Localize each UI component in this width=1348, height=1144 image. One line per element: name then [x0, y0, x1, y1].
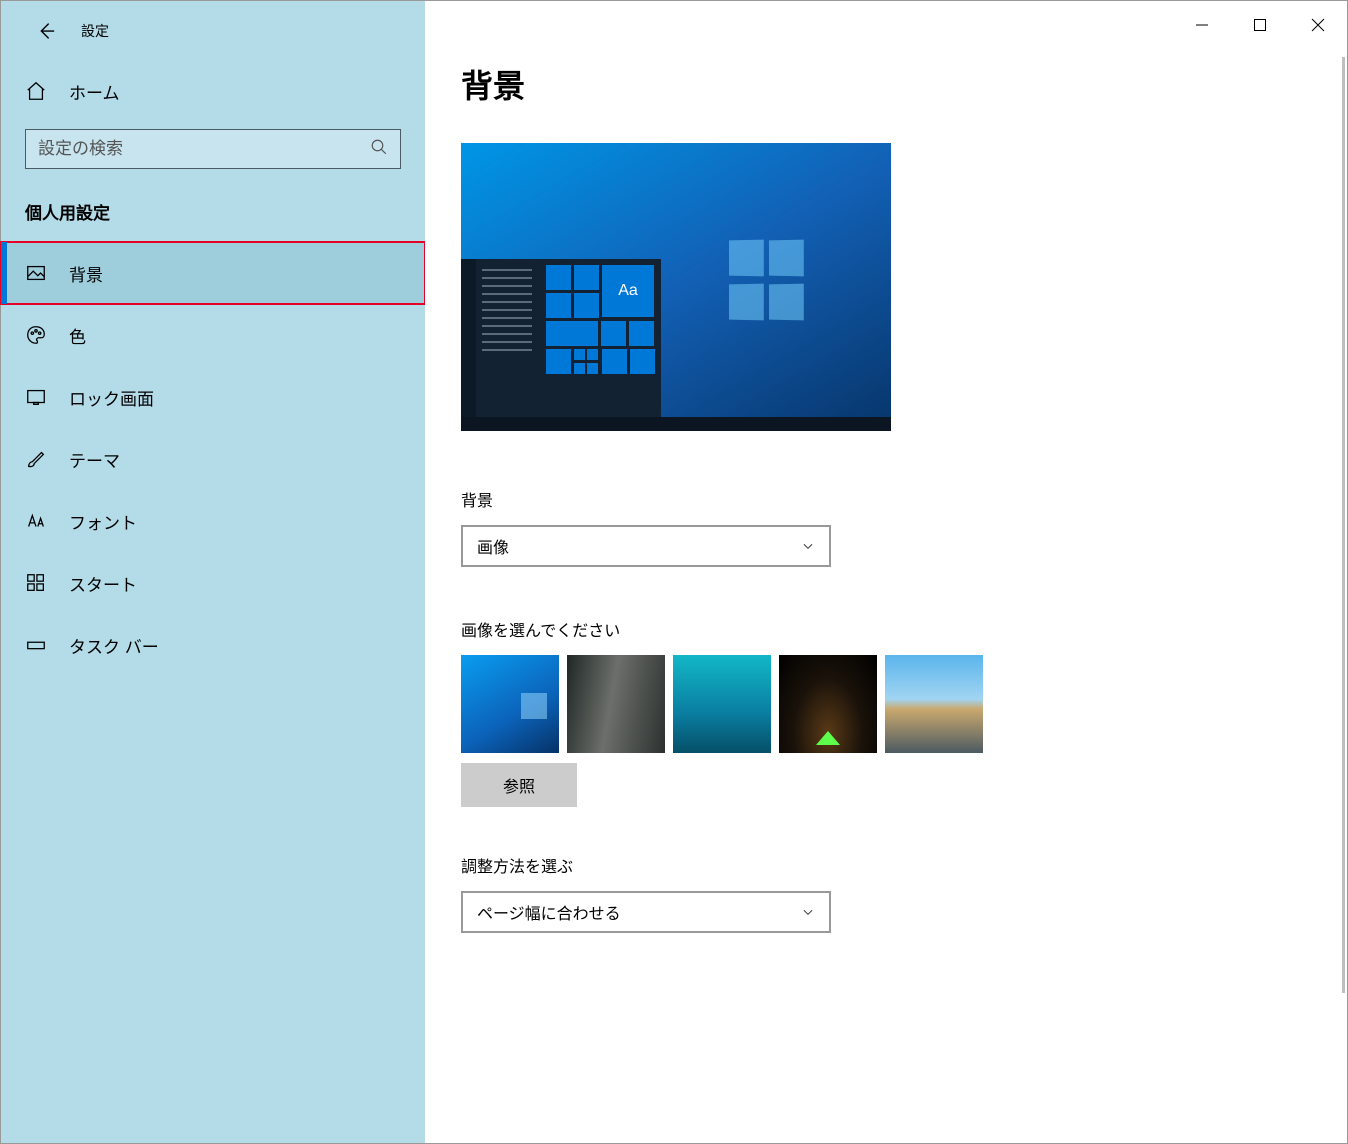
fit-dropdown[interactable]: ページ幅に合わせる	[461, 891, 831, 933]
nav-item-lockscreen[interactable]: ロック画面	[1, 366, 425, 428]
preview-start-menu: Aa	[461, 259, 661, 417]
wallpaper-thumb-3[interactable]	[673, 655, 771, 753]
chevron-down-icon	[801, 539, 815, 553]
dropdown-value: 画像	[477, 534, 509, 558]
wallpaper-thumb-5[interactable]	[885, 655, 983, 753]
nav-item-start[interactable]: スタート	[1, 552, 425, 614]
dropdown-value: ページ幅に合わせる	[477, 900, 621, 924]
nav-list: 背景 色 ロック画面 テーマ	[1, 242, 425, 676]
nav-item-colors[interactable]: 色	[1, 304, 425, 366]
wallpaper-thumb-2[interactable]	[567, 655, 665, 753]
preview-tile-text: Aa	[602, 265, 654, 317]
start-tiles-icon	[25, 572, 53, 594]
nav-label: 色	[69, 323, 86, 348]
palette-icon	[25, 324, 53, 346]
home-icon	[25, 80, 53, 102]
nav-item-themes[interactable]: テーマ	[1, 428, 425, 490]
home-label: ホーム	[69, 79, 120, 104]
background-type-dropdown[interactable]: 画像	[461, 525, 831, 567]
nav-label: ロック画面	[69, 385, 154, 410]
minimize-icon	[1196, 19, 1208, 31]
search-icon	[370, 138, 388, 160]
nav-label: タスク バー	[69, 633, 159, 658]
close-button[interactable]	[1289, 1, 1347, 49]
scroll-indicator[interactable]	[1342, 57, 1345, 993]
nav-item-fonts[interactable]: フォント	[1, 490, 425, 552]
brush-icon	[25, 448, 53, 470]
nav-label: フォント	[69, 509, 137, 534]
chevron-down-icon	[801, 905, 815, 919]
font-icon	[25, 510, 53, 532]
close-icon	[1311, 18, 1325, 32]
nav-label: 背景	[69, 261, 103, 286]
browse-button[interactable]: 参照	[461, 763, 577, 807]
search-box[interactable]	[25, 129, 401, 169]
preview-taskbar	[461, 417, 891, 431]
nav-item-background[interactable]: 背景	[1, 242, 425, 304]
windows-logo-icon	[726, 238, 806, 326]
main-content: 背景 Aa	[425, 1, 1347, 1143]
maximize-icon	[1254, 19, 1266, 31]
wallpaper-thumb-1[interactable]	[461, 655, 559, 753]
nav-label: スタート	[69, 571, 137, 596]
picture-icon	[25, 262, 53, 284]
nav-item-taskbar[interactable]: タスク バー	[1, 614, 425, 676]
sidebar: 設定 ホーム 個人用設定 背景	[1, 1, 425, 1143]
maximize-button[interactable]	[1231, 1, 1289, 49]
search-container	[1, 129, 425, 169]
image-thumbnails	[461, 655, 1311, 753]
search-input[interactable]	[38, 139, 370, 159]
section-title: 個人用設定	[1, 169, 425, 242]
background-label: 背景	[461, 487, 1311, 511]
titlebar-left: 設定	[1, 1, 425, 61]
app-title: 設定	[81, 21, 109, 41]
taskbar-icon	[25, 634, 53, 656]
page-title: 背景	[461, 61, 1311, 107]
choose-image-label: 画像を選んでください	[461, 617, 1311, 641]
window-controls	[1173, 1, 1347, 49]
home-button[interactable]: ホーム	[1, 61, 425, 121]
arrow-left-icon	[34, 20, 56, 42]
wallpaper-thumb-4[interactable]	[779, 655, 877, 753]
desktop-preview: Aa	[461, 143, 891, 431]
back-button[interactable]	[25, 20, 65, 42]
lockscreen-icon	[25, 386, 53, 408]
minimize-button[interactable]	[1173, 1, 1231, 49]
fit-label: 調整方法を選ぶ	[461, 853, 1311, 877]
nav-label: テーマ	[69, 447, 120, 472]
